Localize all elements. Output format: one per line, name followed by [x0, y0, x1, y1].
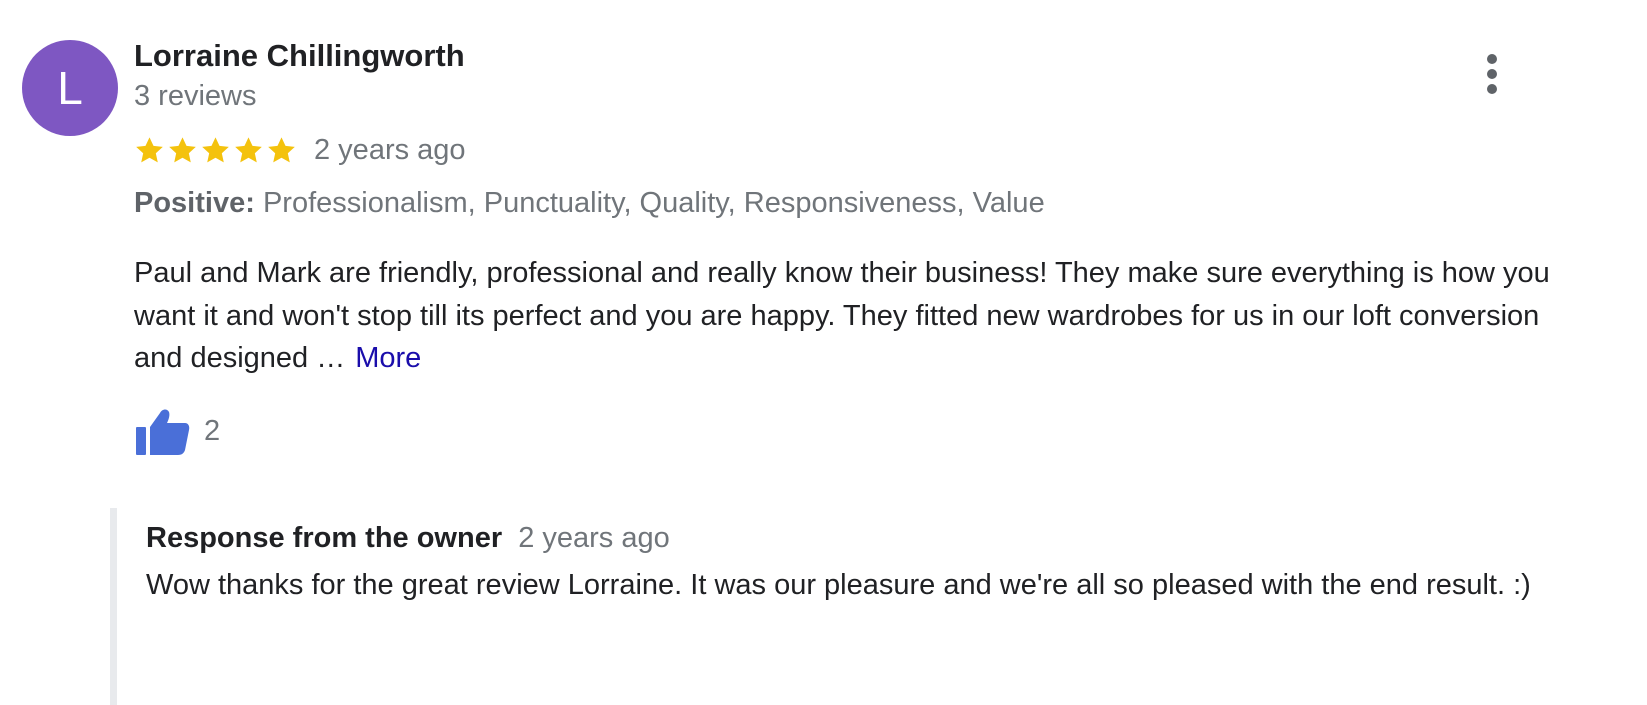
- more-link[interactable]: More: [355, 342, 421, 374]
- review-attributes: Positive: Professionalism, Punctuality, …: [134, 187, 1045, 220]
- avatar[interactable]: L: [22, 40, 118, 136]
- star-icon: [202, 136, 229, 162]
- like-count: 2: [204, 414, 221, 447]
- review-body: Paul and Mark are friendly, professional…: [134, 257, 1550, 374]
- star-icon: [136, 136, 163, 162]
- reviewer-review-count[interactable]: 3 reviews: [134, 80, 257, 113]
- owner-response-date: 2 years ago: [518, 522, 670, 554]
- star-icon: [268, 136, 295, 162]
- rating-row: 2 years ago: [134, 130, 466, 170]
- more-vert-icon-dot: [1487, 69, 1497, 79]
- attributes-values: Professionalism, Punctuality, Quality, R…: [262, 187, 1045, 219]
- owner-response-text: Wow thanks for the great review Lorraine…: [146, 569, 1531, 601]
- owner-response-header: Response from the owner 2 years ago: [146, 522, 670, 555]
- star-icon: [235, 136, 262, 162]
- owner-response: Response from the owner 2 years ago Wow …: [110, 508, 1647, 705]
- review-text: Paul and Mark are friendly, professional…: [134, 252, 1574, 380]
- likes-row: 2: [134, 404, 220, 458]
- more-vert-icon-dot: [1487, 84, 1497, 94]
- star-rating: [134, 135, 297, 166]
- reviewer-name[interactable]: Lorraine Chillingworth: [134, 38, 465, 74]
- avatar-initial: L: [57, 62, 83, 114]
- more-options-button[interactable]: [1470, 50, 1514, 98]
- thumbs-up-icon[interactable]: [134, 405, 190, 457]
- review-date: 2 years ago: [314, 133, 466, 166]
- attributes-label: Positive:: [134, 187, 255, 219]
- owner-response-title: Response from the owner: [146, 522, 503, 554]
- more-vert-icon: [1487, 54, 1497, 64]
- star-icon: [169, 136, 196, 162]
